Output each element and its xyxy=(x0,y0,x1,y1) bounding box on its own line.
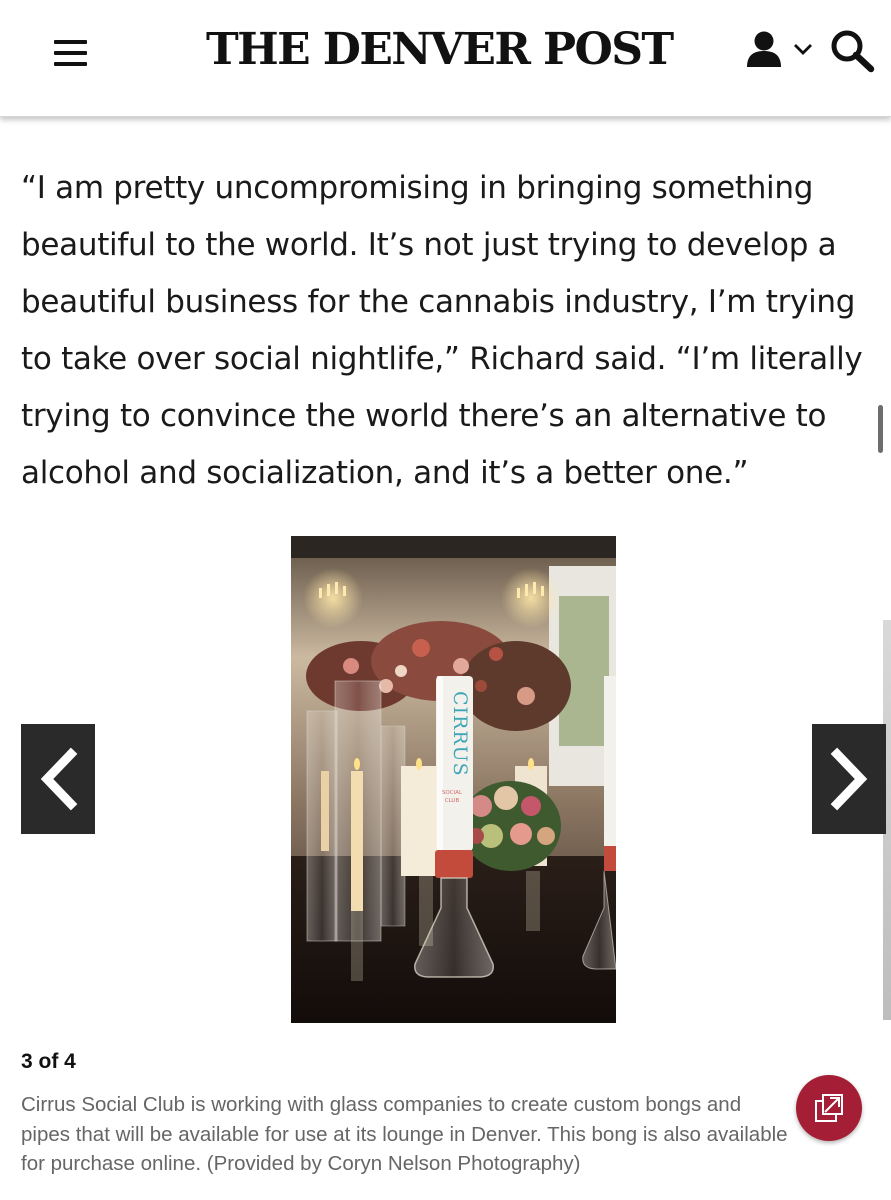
gallery-prev-button[interactable] xyxy=(21,724,95,834)
gallery-photo-illustration: CIRRUS SOCIAL CLUB xyxy=(291,536,616,1023)
bong-sub-label-1: SOCIAL xyxy=(442,790,463,796)
chevron-down-icon xyxy=(794,44,812,55)
gallery-slide-counter: 3 of 4 xyxy=(21,1050,76,1073)
search-button[interactable] xyxy=(828,27,876,73)
bong-brand-label: CIRRUS xyxy=(449,691,471,777)
site-header: THE DENVER POST xyxy=(0,0,891,117)
gallery-photo-caption: Cirrus Social Club is working with glass… xyxy=(21,1093,788,1175)
gallery-photo[interactable]: CIRRUS SOCIAL CLUB xyxy=(291,536,616,1023)
bong-sub-label-2: CLUB xyxy=(445,798,460,804)
gallery-next-button[interactable] xyxy=(812,724,886,834)
external-link-icon xyxy=(815,1094,843,1122)
chevron-left-icon xyxy=(40,747,78,811)
chevron-right-icon xyxy=(830,747,868,811)
site-logo[interactable]: THE DENVER POST xyxy=(206,20,674,80)
hamburger-menu-icon[interactable] xyxy=(52,38,90,68)
account-menu-button[interactable] xyxy=(744,28,814,72)
article-quote-paragraph: “I am pretty uncompromising in bringing … xyxy=(21,170,863,491)
share-button[interactable] xyxy=(796,1075,862,1141)
search-icon xyxy=(831,30,875,73)
user-icon xyxy=(747,31,781,67)
scrollbar-thumb[interactable] xyxy=(878,405,883,453)
